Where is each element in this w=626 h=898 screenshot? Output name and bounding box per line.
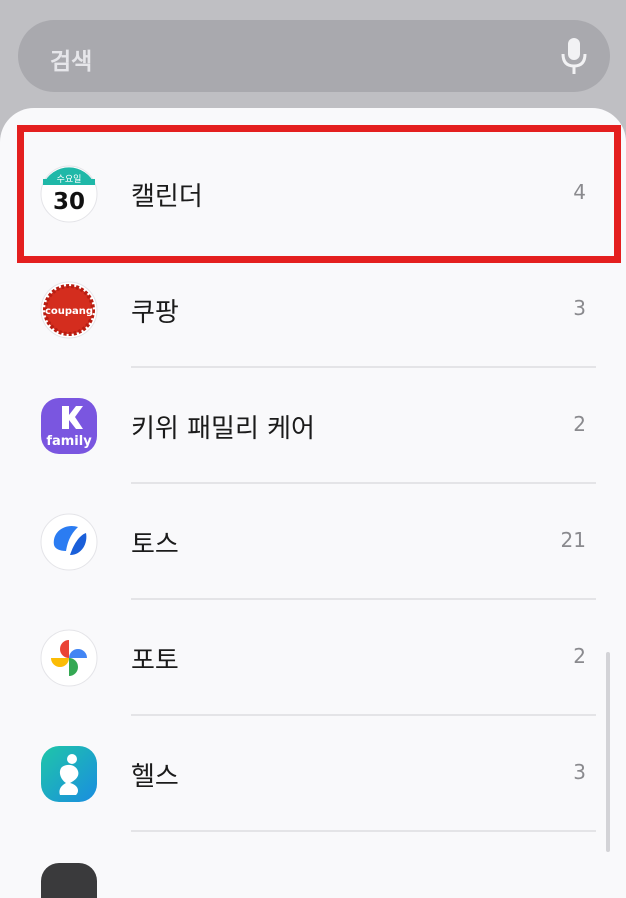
app-name: 키위 패밀리 케어 bbox=[131, 414, 315, 444]
microphone-icon[interactable] bbox=[560, 37, 588, 75]
app-name: 헬스 bbox=[131, 762, 179, 792]
search-bar[interactable]: 검색 bbox=[18, 20, 610, 92]
health-icon bbox=[41, 746, 97, 802]
list-divider bbox=[131, 830, 596, 832]
kiwi-family-icon: family bbox=[41, 398, 97, 454]
notification-count: 2 bbox=[573, 644, 586, 668]
kiwi-logo-text: family bbox=[46, 434, 92, 449]
notification-count: 3 bbox=[573, 296, 586, 320]
search-placeholder: 검색 bbox=[50, 49, 93, 75]
coupang-icon: coupang bbox=[40, 281, 98, 339]
highlight-box bbox=[17, 125, 621, 263]
app-name: 토스 bbox=[131, 530, 179, 560]
partial-app-icon[interactable] bbox=[40, 862, 98, 898]
list-item-coupang[interactable]: coupang 쿠팡 3 bbox=[0, 252, 626, 368]
notification-count: 21 bbox=[560, 528, 586, 552]
scrollbar[interactable] bbox=[606, 652, 610, 852]
list-item-health[interactable]: 헬스 3 bbox=[0, 716, 626, 832]
list-item-photos[interactable]: 포토 2 bbox=[0, 600, 626, 716]
toss-icon bbox=[40, 513, 98, 571]
app-name: 포토 bbox=[131, 646, 179, 676]
list-item-kiwi-family-care[interactable]: family 키위 패밀리 케어 2 bbox=[0, 368, 626, 484]
notification-count: 3 bbox=[573, 760, 586, 784]
list-item-toss[interactable]: 토스 21 bbox=[0, 484, 626, 600]
app-name: 쿠팡 bbox=[131, 298, 179, 328]
notification-count: 2 bbox=[573, 412, 586, 436]
coupang-logo-text: coupang bbox=[45, 306, 93, 317]
photos-icon bbox=[40, 629, 98, 687]
